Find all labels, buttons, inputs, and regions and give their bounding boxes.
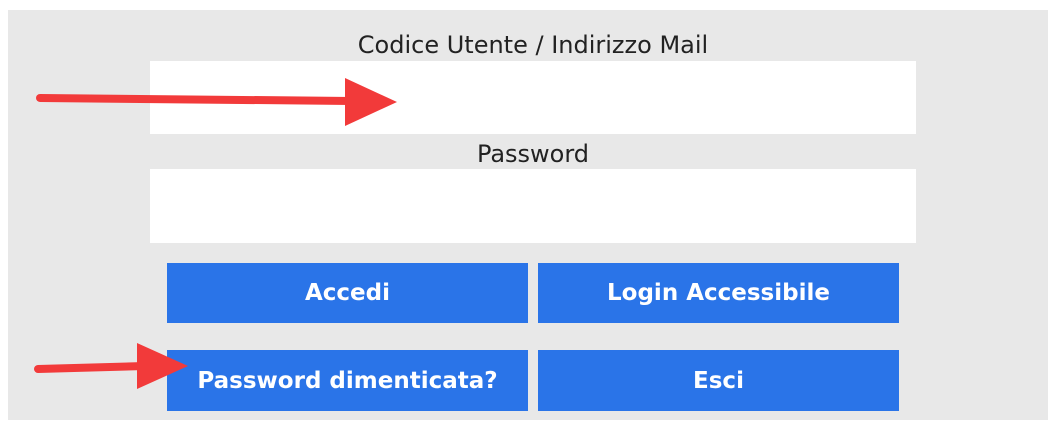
accessible-login-button[interactable]: Login Accessibile [538, 263, 899, 323]
login-button[interactable]: Accedi [167, 263, 528, 323]
exit-button[interactable]: Esci [538, 350, 899, 411]
password-field-label: Password [476, 140, 590, 168]
user-field-label: Codice Utente / Indirizzo Mail [357, 31, 709, 59]
password-input[interactable] [150, 169, 916, 243]
user-code-email-input[interactable] [150, 61, 916, 134]
forgot-password-button[interactable]: Password dimenticata? [167, 350, 528, 411]
